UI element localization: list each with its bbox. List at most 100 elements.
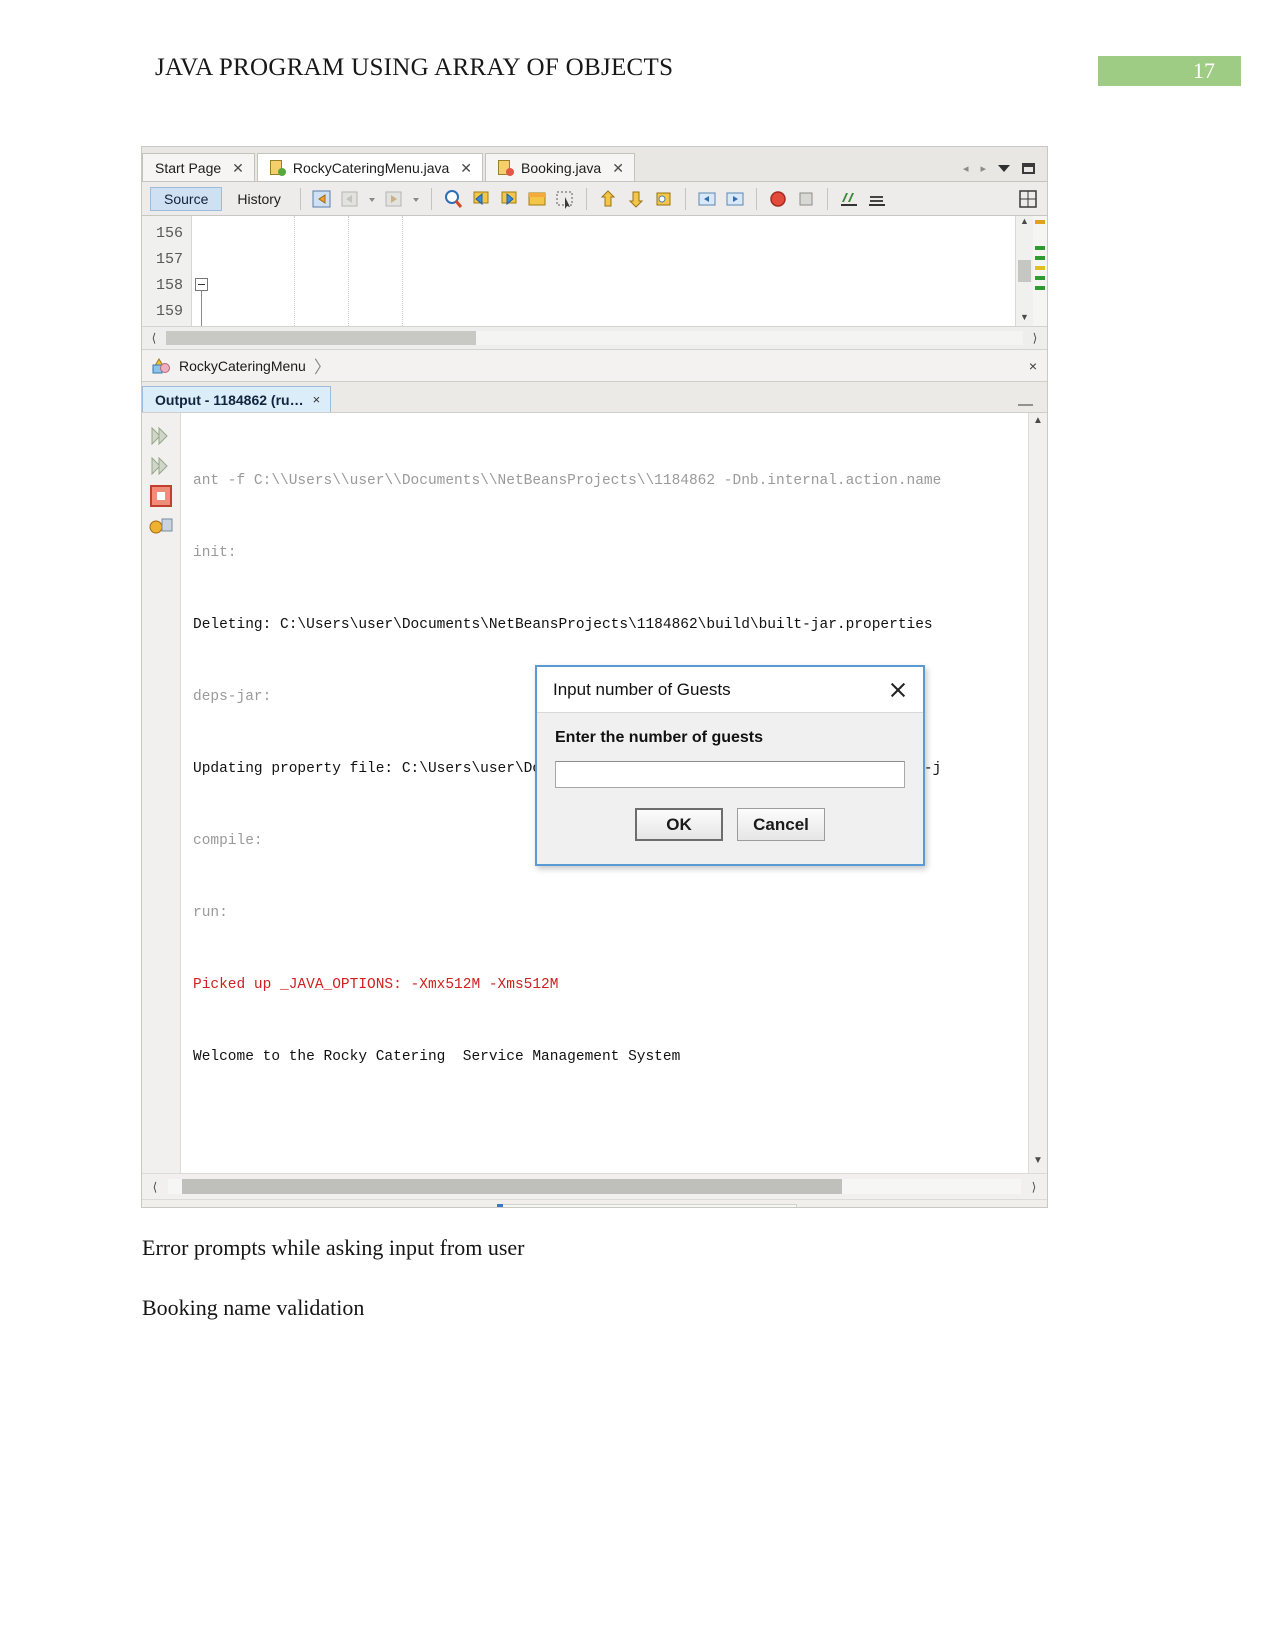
editor-error-stripe[interactable] xyxy=(1033,216,1047,326)
scroll-right-icon[interactable]: ⟩ xyxy=(1021,1180,1047,1194)
editor-tabstrip: Start Page ✕ RockyCateringMenu.java ✕ Bo… xyxy=(142,147,1047,182)
stop-icon[interactable] xyxy=(795,188,817,210)
output-vertical-scrollbar[interactable]: ▲ ▼ xyxy=(1028,413,1047,1173)
rectangular-selection-icon[interactable] xyxy=(554,188,576,210)
line-number-gutter: 156 157 158 159 xyxy=(142,216,192,326)
rerun-alt-icon[interactable] xyxy=(142,451,180,481)
caption-error-prompts: Error prompts while asking input from us… xyxy=(142,1235,525,1260)
editor-tab-rockycateringmenu[interactable]: RockyCateringMenu.java ✕ xyxy=(256,153,484,181)
netbeans-ide-screenshot: Start Page ✕ RockyCateringMenu.java ✕ Bo… xyxy=(141,146,1048,1208)
scroll-left-icon[interactable]: ⟨ xyxy=(142,1180,168,1194)
find-selection-icon[interactable] xyxy=(442,188,464,210)
close-icon[interactable]: ✕ xyxy=(612,161,624,175)
close-icon[interactable]: ✕ xyxy=(460,161,472,175)
scroll-down-icon[interactable]: ▼ xyxy=(1016,312,1033,326)
line-number: 156 xyxy=(155,225,183,242)
ide-status-bar xyxy=(142,1199,1047,1207)
grid-icon[interactable] xyxy=(1017,188,1039,210)
scroll-up-icon[interactable]: ▲ xyxy=(1016,216,1033,230)
page-number-band xyxy=(1098,56,1241,86)
shift-right-icon[interactable] xyxy=(724,188,746,210)
dialog-titlebar: Input number of Guests xyxy=(537,667,923,713)
tabstrip-controls: ◂ ▸ xyxy=(963,162,1047,181)
page-title: JAVA PROGRAM USING ARRAY OF OBJECTS xyxy=(155,54,674,81)
scrollbar-thumb[interactable] xyxy=(182,1179,842,1194)
scroll-right-icon[interactable]: ⟩ xyxy=(1023,331,1047,345)
comment-icon[interactable] xyxy=(838,188,860,210)
editor-horizontal-scrollbar[interactable]: ⟨ ⟩ xyxy=(142,326,1047,350)
line-number: 159 xyxy=(155,303,183,320)
forward-icon[interactable] xyxy=(383,188,405,210)
stop-icon[interactable] xyxy=(142,481,180,511)
inspect-icon[interactable] xyxy=(653,188,675,210)
console-line: Welcome to the Rocky Catering Service Ma… xyxy=(193,1049,681,1065)
breadcrumb-label[interactable]: RockyCateringMenu xyxy=(179,358,306,374)
code-fold-column[interactable] xyxy=(192,216,214,326)
java-file-icon xyxy=(269,159,286,176)
scrollbar-thumb[interactable] xyxy=(1018,260,1031,282)
toolbar-separator xyxy=(684,187,686,210)
last-edit-icon[interactable] xyxy=(311,188,333,210)
output-tab[interactable]: Output - 1184862 (ru… × xyxy=(142,386,332,412)
close-icon[interactable]: ✕ xyxy=(232,161,244,175)
scrollbar-thumb[interactable] xyxy=(166,331,476,345)
output-horizontal-scrollbar[interactable]: ⟨ ⟩ xyxy=(142,1173,1047,1199)
scrollbar-track[interactable] xyxy=(166,331,1023,345)
attach-debugger-icon[interactable] xyxy=(142,511,180,541)
guests-input[interactable] xyxy=(555,761,905,788)
status-progress-fill xyxy=(497,1204,503,1207)
tab-history[interactable]: History xyxy=(228,188,290,210)
editor-tab-booking[interactable]: Booking.java ✕ xyxy=(485,153,635,181)
toggle-breakpoint-icon[interactable] xyxy=(767,188,789,210)
code-editor[interactable]: 156 157 158 159 private void displayHead… xyxy=(142,216,1047,326)
toolbar-separator xyxy=(585,187,587,210)
editor-tab-start-page[interactable]: Start Page ✕ xyxy=(142,153,255,181)
editor-toolbar: Source History xyxy=(142,182,1047,216)
console-line: ant -f C:\\Users\\user\\Documents\\NetBe… xyxy=(193,473,942,489)
output-side-toolbar xyxy=(142,413,181,1173)
rerun-icon[interactable] xyxy=(142,421,180,451)
previous-error-icon[interactable] xyxy=(597,188,619,210)
tab-source[interactable]: Source xyxy=(150,186,223,211)
scrollbar-track[interactable] xyxy=(168,1179,1021,1194)
minimize-icon[interactable]: — xyxy=(1018,397,1047,412)
back-icon[interactable] xyxy=(339,188,361,210)
scroll-up-icon[interactable]: ▲ xyxy=(1029,415,1047,431)
close-icon[interactable]: × xyxy=(313,392,321,407)
dialog-body: Enter the number of guests OK Cancel xyxy=(537,713,923,841)
close-icon[interactable] xyxy=(885,677,911,703)
forward-dropdown-icon[interactable] xyxy=(411,188,421,210)
code-text[interactable]: private void displayHeading() { System.o… xyxy=(214,216,1015,326)
toolbar-separator xyxy=(299,187,301,210)
toggle-bookmark-icon[interactable] xyxy=(526,188,548,210)
line-number: 157 xyxy=(155,251,183,268)
editor-vertical-scrollbar[interactable]: ▲ ▼ xyxy=(1015,216,1033,326)
ok-button[interactable]: OK xyxy=(635,808,723,841)
input-dialog[interactable]: Input number of Guests Enter the number … xyxy=(535,665,925,866)
cancel-button[interactable]: Cancel xyxy=(737,808,825,841)
next-error-icon[interactable] xyxy=(625,188,647,210)
uncomment-icon[interactable] xyxy=(866,188,888,210)
collapse-icon[interactable] xyxy=(195,278,208,291)
editor-tab-label: Booking.java xyxy=(521,159,602,176)
toolbar-separator xyxy=(755,187,757,210)
class-icon xyxy=(152,357,171,374)
chevron-down-icon[interactable] xyxy=(998,165,1010,172)
console-line: init: xyxy=(193,545,237,561)
editor-tab-label: Start Page xyxy=(155,159,222,176)
scroll-down-icon[interactable]: ▼ xyxy=(1029,1155,1047,1171)
shift-left-icon[interactable] xyxy=(696,188,718,210)
previous-bookmark-icon[interactable] xyxy=(470,188,492,210)
next-bookmark-icon[interactable] xyxy=(498,188,520,210)
output-tabstrip: Output - 1184862 (ru… × — xyxy=(142,382,1047,413)
back-dropdown-icon[interactable] xyxy=(367,188,377,210)
scroll-left-icon[interactable]: ⟨ xyxy=(142,331,166,345)
scroll-right-icon[interactable]: ▸ xyxy=(980,162,986,175)
console-line: Picked up _JAVA_OPTIONS: -Xmx512M -Xms51… xyxy=(193,977,559,993)
dialog-prompt-label: Enter the number of guests xyxy=(555,729,764,746)
scroll-left-icon[interactable]: ◂ xyxy=(963,162,969,175)
close-icon[interactable]: × xyxy=(1029,358,1037,374)
maximize-icon[interactable] xyxy=(1022,163,1035,174)
page-number: 17 xyxy=(1193,58,1215,83)
